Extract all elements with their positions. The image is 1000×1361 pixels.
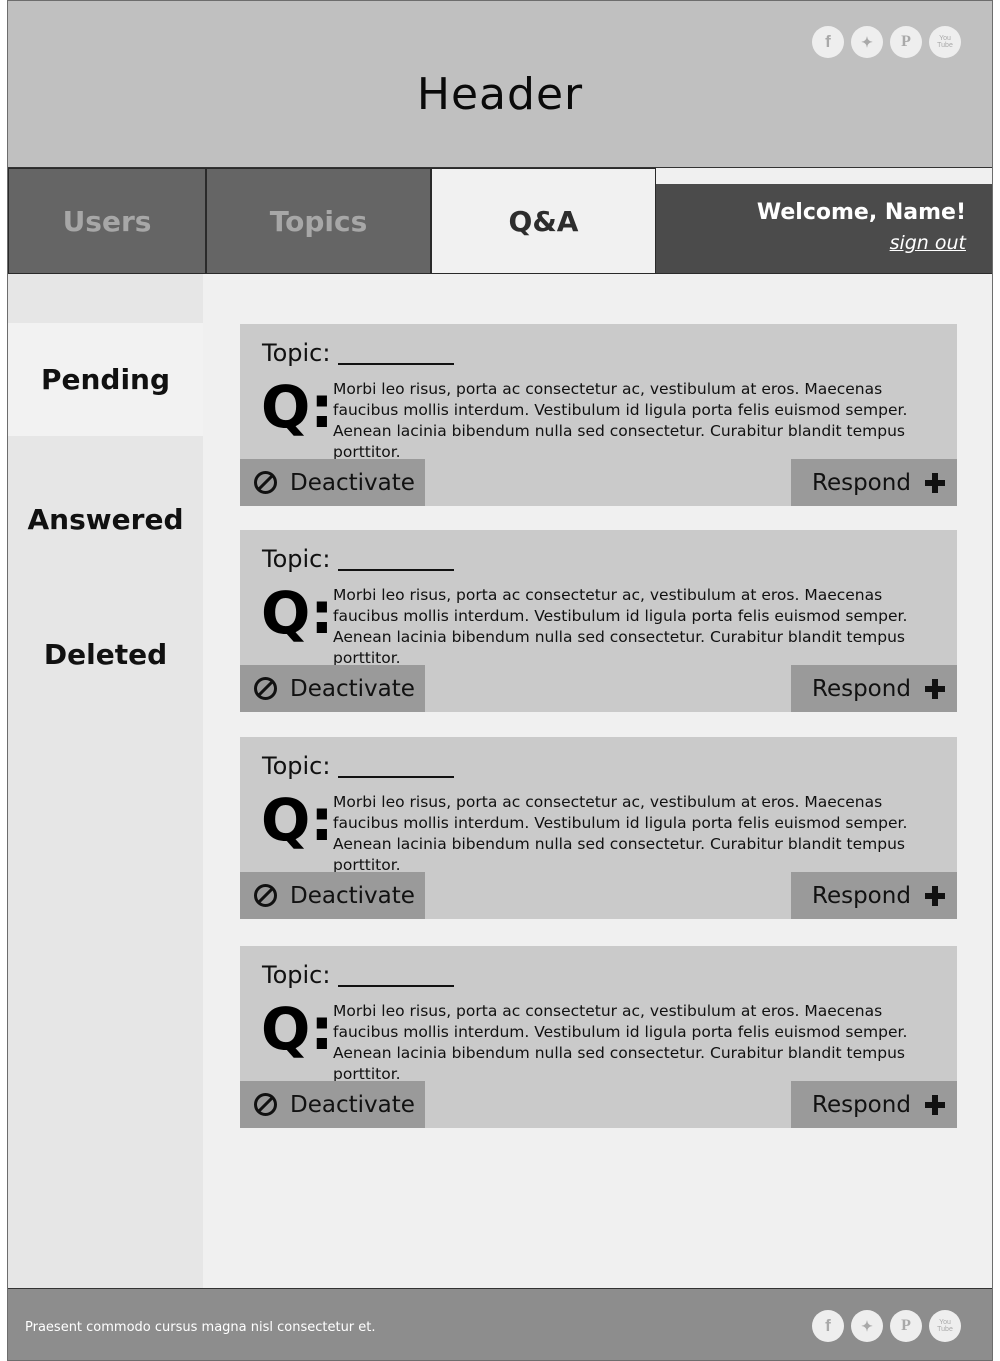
question-text: Morbi leo risus, porta ac consectetur ac…: [333, 586, 908, 667]
sign-out-link[interactable]: sign out: [890, 232, 966, 254]
social-links-bottom: f ✦ P You Tube: [812, 1310, 961, 1342]
page-frame: Header f ✦ P You Tube Users Topics Q&A We…: [7, 0, 993, 1361]
q-label: Q:: [261, 786, 334, 854]
question-text: Morbi leo risus, porta ac consectetur ac…: [333, 793, 908, 874]
topic-blank: [338, 343, 455, 365]
site-footer: Praesent commodo cursus magna nisl conse…: [8, 1288, 992, 1360]
site-header: Header f ✦ P You Tube: [8, 1, 992, 168]
deactivate-icon: [254, 677, 277, 700]
social-links-top: f ✦ P You Tube: [812, 26, 961, 58]
q-label: Q:: [261, 995, 334, 1063]
question-text: Morbi leo risus, porta ac consectetur ac…: [333, 1002, 908, 1083]
pinterest-icon[interactable]: P: [890, 1310, 922, 1342]
deactivate-button[interactable]: Deactivate: [240, 872, 425, 919]
tab-users[interactable]: Users: [8, 168, 206, 274]
plus-icon: [924, 678, 945, 699]
deactivate-icon: [254, 884, 277, 907]
deactivate-icon: [254, 471, 277, 494]
plus-icon: [924, 885, 945, 906]
topic-blank: [338, 756, 455, 778]
tab-topics[interactable]: Topics: [206, 168, 431, 274]
facebook-icon[interactable]: f: [812, 1310, 844, 1342]
question-card: Topic: Q: Morbi leo risus, porta ac cons…: [240, 324, 957, 506]
sidebar: Pending Answered Deleted: [8, 274, 203, 1288]
question-text: Morbi leo risus, porta ac consectetur ac…: [333, 380, 908, 461]
plus-icon: [924, 472, 945, 493]
question-card: Topic: Q: Morbi leo risus, porta ac cons…: [240, 530, 957, 712]
deactivate-button[interactable]: Deactivate: [240, 665, 425, 712]
deactivate-button[interactable]: Deactivate: [240, 1081, 425, 1128]
main-nav: Users Topics Q&A Welcome, Name! sign out: [8, 168, 992, 274]
facebook-icon[interactable]: f: [812, 26, 844, 58]
topic-label: Topic:: [262, 752, 455, 780]
youtube-icon[interactable]: You Tube: [929, 1310, 961, 1342]
topic-blank: [338, 965, 455, 987]
sidebar-item-pending[interactable]: Pending: [8, 323, 203, 436]
welcome-message: Welcome, Name!: [756, 200, 966, 225]
topic-blank: [338, 549, 455, 571]
topic-label: Topic:: [262, 961, 455, 989]
q-label: Q:: [261, 373, 334, 441]
youtube-icon[interactable]: You Tube: [929, 26, 961, 58]
sidebar-item-deleted[interactable]: Deleted: [8, 599, 203, 709]
footer-text: Praesent commodo cursus magna nisl conse…: [25, 1320, 376, 1335]
header-title: Header: [416, 69, 584, 120]
respond-button[interactable]: Respond: [791, 665, 957, 712]
twitter-icon[interactable]: ✦: [851, 26, 883, 58]
sidebar-item-answered[interactable]: Answered: [8, 464, 203, 574]
tab-qa[interactable]: Q&A: [431, 168, 656, 274]
q-label: Q:: [261, 579, 334, 647]
topic-label: Topic:: [262, 339, 455, 367]
plus-icon: [924, 1094, 945, 1115]
question-card: Topic: Q: Morbi leo risus, porta ac cons…: [240, 737, 957, 919]
deactivate-icon: [254, 1093, 277, 1116]
welcome-bar: Welcome, Name! sign out: [656, 184, 992, 274]
topic-label: Topic:: [262, 545, 455, 573]
question-card: Topic: Q: Morbi leo risus, porta ac cons…: [240, 946, 957, 1128]
respond-button[interactable]: Respond: [791, 459, 957, 506]
pinterest-icon[interactable]: P: [890, 26, 922, 58]
respond-button[interactable]: Respond: [791, 1081, 957, 1128]
deactivate-button[interactable]: Deactivate: [240, 459, 425, 506]
respond-button[interactable]: Respond: [791, 872, 957, 919]
twitter-icon[interactable]: ✦: [851, 1310, 883, 1342]
